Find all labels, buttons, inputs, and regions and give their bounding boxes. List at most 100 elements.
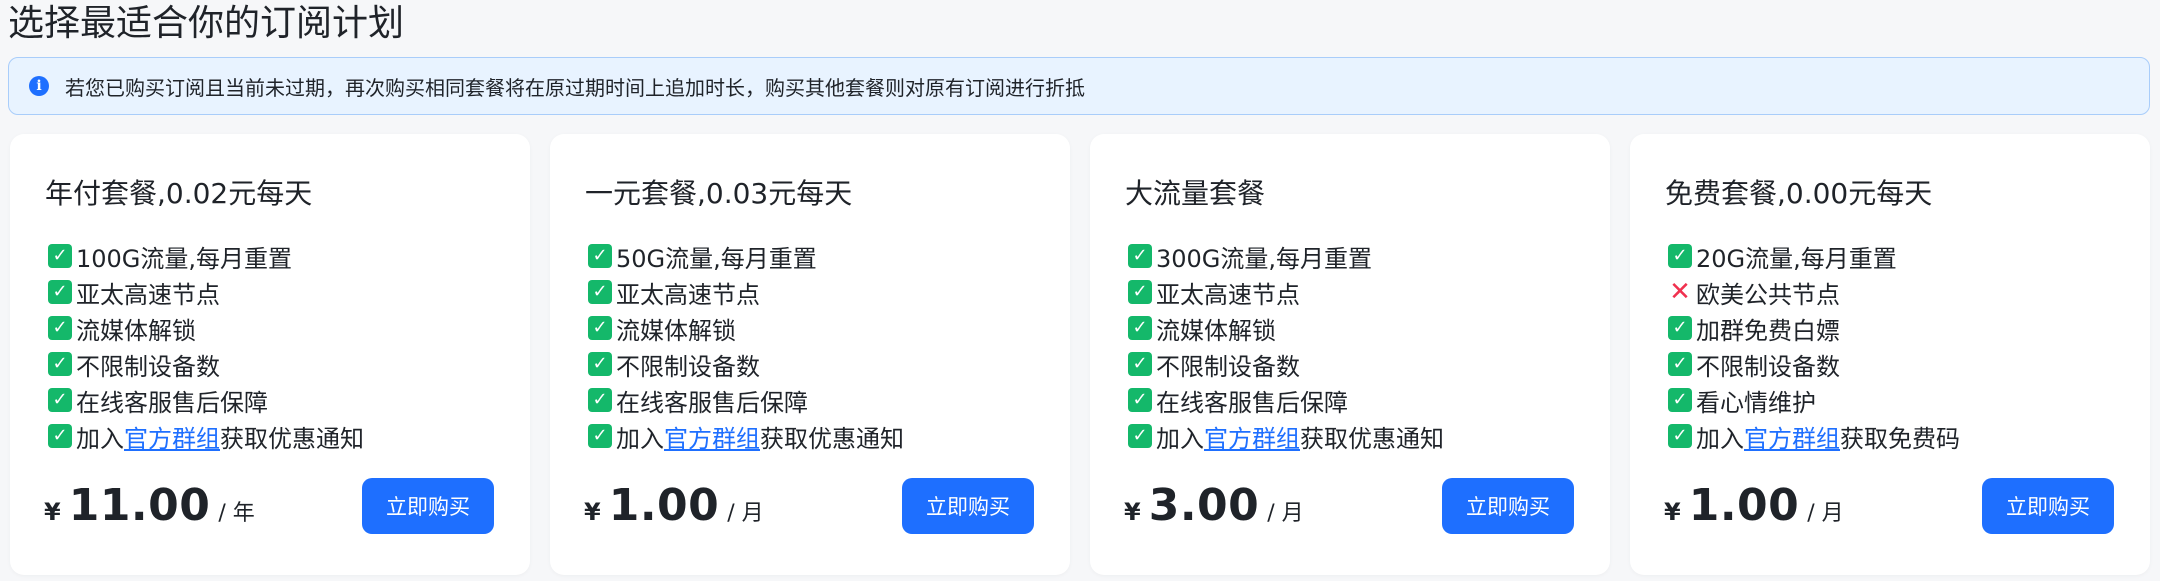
price-row: ¥11.00 / 年 <box>44 480 255 531</box>
feature-text: 亚太高速节点 <box>76 280 220 309</box>
feature-prefix: 加入 <box>616 424 664 453</box>
buy-now-button[interactable]: 立即购买 <box>902 478 1034 534</box>
feature-suffix: 获取优惠通知 <box>1300 424 1444 453</box>
plan-card: 大流量套餐 ✓ 300G流量,每月重置 ✓ 亚太高速节点 ✓ 流媒体解锁 ✓ 不限制设备数 ✓ 在线… <box>1090 134 1610 575</box>
price-amount: 3.00 <box>1148 480 1260 531</box>
price-amount: 1.00 <box>1688 480 1800 531</box>
official-group-link[interactable]: 官方群组 <box>664 419 760 454</box>
official-group-link[interactable]: 官方群组 <box>1744 419 1840 454</box>
check-icon: ✓ <box>48 388 72 412</box>
check-icon: ✓ <box>48 316 72 340</box>
official-group-link[interactable]: 官方群组 <box>1204 419 1300 454</box>
feature-text: 20G流量,每月重置 <box>1696 244 1897 273</box>
feature-prefix: 加入 <box>1696 424 1744 453</box>
feature-list: ✓ 20G流量,每月重置 ✕ 欧美公共节点 ✓ 加群免费白嫖 ✓ 不限制设备数 ✓ 看心情维护 ✓ 加… <box>1668 238 1960 454</box>
check-icon: ✓ <box>1128 280 1152 304</box>
page-title: 选择最适合你的订阅计划 <box>8 3 405 44</box>
check-icon: ✓ <box>1668 316 1692 340</box>
feature-item: ✓ 不限制设备数 <box>588 346 904 382</box>
info-notice: i 若您已购买订阅且当前未过期，再次购买相同套餐将在原过期时间上追加时长，购买其… <box>8 57 2150 115</box>
feature-item: ✓ 亚太高速节点 <box>588 274 904 310</box>
feature-text: 不限制设备数 <box>1156 352 1300 381</box>
notice-text: 若您已购买订阅且当前未过期，再次购买相同套餐将在原过期时间上追加时长，购买其他套… <box>65 75 1085 100</box>
feature-text: 亚太高速节点 <box>1156 280 1300 309</box>
cross-icon: ✕ <box>1669 277 1691 307</box>
price-amount: 11.00 <box>68 480 211 531</box>
check-icon: ✓ <box>1128 352 1152 376</box>
buy-now-button[interactable]: 立即购买 <box>1982 478 2114 534</box>
feature-list: ✓ 300G流量,每月重置 ✓ 亚太高速节点 ✓ 流媒体解锁 ✓ 不限制设备数 ✓ 在线客服售后保… <box>1128 238 1444 454</box>
price-row: ¥1.00 / 月 <box>1664 480 1844 531</box>
feature-text: 50G流量,每月重置 <box>616 244 817 273</box>
plan-title: 一元套餐,0.03元每天 <box>585 177 853 210</box>
billing-period: / 月 <box>1807 501 1844 526</box>
feature-text: 加群免费白嫖 <box>1696 316 1840 345</box>
check-icon: ✓ <box>588 388 612 412</box>
feature-text: 100G流量,每月重置 <box>76 244 293 273</box>
official-group-link[interactable]: 官方群组 <box>124 419 220 454</box>
billing-period: / 年 <box>218 501 255 526</box>
feature-item: ✓ 流媒体解锁 <box>588 310 904 346</box>
check-icon: ✓ <box>1128 424 1152 448</box>
currency-symbol: ¥ <box>1124 498 1141 526</box>
feature-item: ✓ 亚太高速节点 <box>48 274 364 310</box>
feature-item: ✓ 加入 官方群组 获取优惠通知 <box>588 418 904 454</box>
feature-item: ✓ 在线客服售后保障 <box>48 382 364 418</box>
currency-symbol: ¥ <box>44 498 61 526</box>
feature-text: 流媒体解锁 <box>1156 316 1276 345</box>
feature-item: ✓ 不限制设备数 <box>1668 346 1960 382</box>
currency-symbol: ¥ <box>584 498 601 526</box>
check-icon: ✓ <box>1668 388 1692 412</box>
buy-now-button[interactable]: 立即购买 <box>362 478 494 534</box>
check-icon: ✓ <box>48 280 72 304</box>
check-icon: ✓ <box>588 424 612 448</box>
feature-item: ✓ 加群免费白嫖 <box>1668 310 1960 346</box>
feature-item: ✓ 流媒体解锁 <box>1128 310 1444 346</box>
feature-text: 不限制设备数 <box>616 352 760 381</box>
buy-now-button[interactable]: 立即购买 <box>1442 478 1574 534</box>
check-icon: ✓ <box>1668 244 1692 268</box>
price-row: ¥3.00 / 月 <box>1124 480 1304 531</box>
info-icon: i <box>29 76 49 96</box>
feature-item: ✓ 亚太高速节点 <box>1128 274 1444 310</box>
feature-list: ✓ 100G流量,每月重置 ✓ 亚太高速节点 ✓ 流媒体解锁 ✓ 不限制设备数 ✓ 在线客服售后保… <box>48 238 364 454</box>
feature-item: ✓ 看心情维护 <box>1668 382 1960 418</box>
feature-item: ✓ 加入 官方群组 获取优惠通知 <box>48 418 364 454</box>
check-icon: ✓ <box>1128 316 1152 340</box>
feature-item: ✓ 50G流量,每月重置 <box>588 238 904 274</box>
feature-text: 在线客服售后保障 <box>616 388 808 417</box>
feature-item: ✓ 在线客服售后保障 <box>1128 382 1444 418</box>
billing-period: / 月 <box>1267 501 1304 526</box>
feature-suffix: 获取优惠通知 <box>220 424 364 453</box>
billing-period: / 月 <box>727 501 764 526</box>
feature-prefix: 加入 <box>76 424 124 453</box>
feature-text: 流媒体解锁 <box>616 316 736 345</box>
plan-title: 免费套餐,0.00元每天 <box>1665 177 1933 210</box>
check-icon: ✓ <box>588 244 612 268</box>
check-icon: ✓ <box>48 352 72 376</box>
price-row: ¥1.00 / 月 <box>584 480 764 531</box>
currency-symbol: ¥ <box>1664 498 1681 526</box>
check-icon: ✓ <box>588 352 612 376</box>
feature-item: ✓ 20G流量,每月重置 <box>1668 238 1960 274</box>
check-icon: ✓ <box>1128 388 1152 412</box>
check-icon: ✓ <box>48 424 72 448</box>
feature-item: ✓ 在线客服售后保障 <box>588 382 904 418</box>
feature-text: 300G流量,每月重置 <box>1156 244 1373 273</box>
feature-text: 不限制设备数 <box>76 352 220 381</box>
feature-item: ✓ 加入 官方群组 获取优惠通知 <box>1128 418 1444 454</box>
check-icon: ✓ <box>588 280 612 304</box>
check-icon: ✓ <box>48 244 72 268</box>
feature-suffix: 获取免费码 <box>1840 424 1960 453</box>
plan-card: 一元套餐,0.03元每天 ✓ 50G流量,每月重置 ✓ 亚太高速节点 ✓ 流媒体解锁 ✓ 不限制… <box>550 134 1070 575</box>
feature-prefix: 加入 <box>1156 424 1204 453</box>
plan-card: 免费套餐,0.00元每天 ✓ 20G流量,每月重置 ✕ 欧美公共节点 ✓ 加群免费白嫖 ✓ 不限… <box>1630 134 2150 575</box>
feature-item: ✓ 不限制设备数 <box>48 346 364 382</box>
feature-item: ✓ 流媒体解锁 <box>48 310 364 346</box>
feature-text: 欧美公共节点 <box>1696 280 1840 309</box>
feature-text: 在线客服售后保障 <box>76 388 268 417</box>
feature-item: ✓ 加入 官方群组 获取免费码 <box>1668 418 1960 454</box>
feature-text: 亚太高速节点 <box>616 280 760 309</box>
check-icon: ✓ <box>1668 352 1692 376</box>
feature-item: ✓ 300G流量,每月重置 <box>1128 238 1444 274</box>
